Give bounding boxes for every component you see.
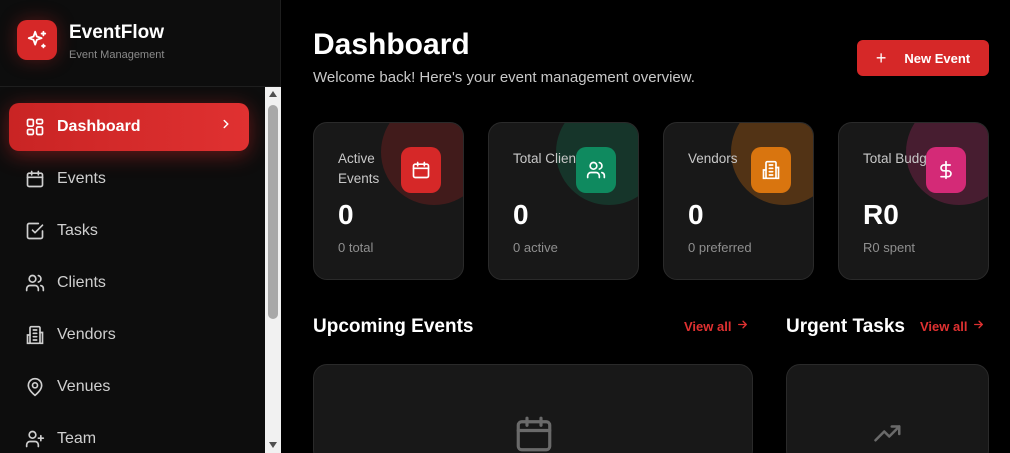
brand-header: EventFlow Event Management (0, 0, 281, 87)
calendar-empty-icon (513, 413, 555, 453)
upcoming-events-panel (313, 364, 753, 453)
sidebar-item-label: Venues (57, 378, 111, 395)
sidebar-item-label: Tasks (57, 222, 98, 239)
stat-note: 0 preferred (688, 240, 752, 255)
urgent-view-all-link[interactable]: View all (920, 318, 985, 334)
brand-title: EventFlow (69, 22, 165, 43)
sidebar: EventFlow Event Management Dashboard Eve… (0, 0, 281, 453)
sidebar-item-team[interactable]: Team (9, 415, 249, 453)
calendar-icon (401, 147, 441, 193)
sidebar-item-label: Team (57, 430, 97, 447)
sidebar-item-vendors[interactable]: Vendors (9, 311, 249, 359)
arrow-right-icon (972, 318, 985, 334)
stat-card-active-events: Active Events 0 0 total (313, 122, 464, 280)
plus-icon: + (875, 48, 887, 68)
urgent-tasks-panel (786, 364, 989, 453)
chevron-right-icon (219, 117, 233, 136)
sidebar-item-dashboard[interactable]: Dashboard (9, 103, 249, 151)
page-title: Dashboard (313, 28, 470, 61)
stat-value: 0 (513, 199, 529, 230)
stat-card-total-budget: Total Budget R0 R0 spent (838, 122, 989, 280)
sidebar-item-label: Clients (57, 274, 106, 291)
sidebar-item-label: Events (57, 170, 106, 187)
new-event-label: New Event (904, 50, 971, 66)
sparkles-icon (17, 20, 57, 60)
sidebar-item-label: Dashboard (57, 118, 141, 135)
team-icon (25, 429, 45, 449)
map-pin-icon (25, 377, 45, 397)
sidebar-item-events[interactable]: Events (9, 155, 249, 203)
check-square-icon (25, 221, 45, 241)
stat-note: R0 spent (863, 240, 916, 255)
sidebar-item-tasks[interactable]: Tasks (9, 207, 249, 255)
stat-card-vendors: Vendors 0 0 preferred (663, 122, 814, 280)
sidebar-item-clients[interactable]: Clients (9, 259, 249, 307)
grid-icon (25, 117, 45, 137)
sidebar-item-venues[interactable]: Venues (9, 363, 249, 411)
view-all-label: View all (920, 318, 968, 334)
stat-card-total-clients: Total Clients 0 0 active (488, 122, 639, 280)
users-icon (25, 273, 45, 293)
view-all-label: View all (684, 318, 732, 334)
users-icon (576, 147, 616, 193)
dollar-icon (926, 147, 966, 193)
new-event-button[interactable]: + New Event (857, 40, 989, 76)
building-icon (25, 325, 45, 345)
stat-value: R0 (863, 199, 899, 230)
calendar-icon (25, 169, 45, 189)
sidebar-item-label: Vendors (57, 326, 116, 343)
upcoming-view-all-link[interactable]: View all (684, 318, 749, 334)
stat-value: 0 (338, 199, 354, 230)
sidebar-nav: Dashboard Events Tasks Clients Vendors V… (0, 87, 265, 453)
arrow-right-icon (736, 318, 749, 334)
brand-subtitle: Event Management (69, 49, 165, 61)
scroll-down-arrow-icon[interactable] (269, 442, 277, 448)
scroll-up-arrow-icon[interactable] (269, 91, 277, 97)
sidebar-scrollbar[interactable] (265, 87, 281, 453)
stat-note: 0 active (513, 240, 558, 255)
page-subtitle: Welcome back! Here's your event manageme… (313, 69, 695, 86)
trending-up-icon (869, 419, 907, 453)
stat-value: 0 (688, 199, 704, 230)
upcoming-events-title: Upcoming Events (313, 316, 474, 337)
urgent-tasks-title: Urgent Tasks (786, 316, 905, 337)
scroll-thumb[interactable] (268, 105, 278, 319)
stat-note: 0 total (338, 240, 374, 255)
building-icon (751, 147, 791, 193)
